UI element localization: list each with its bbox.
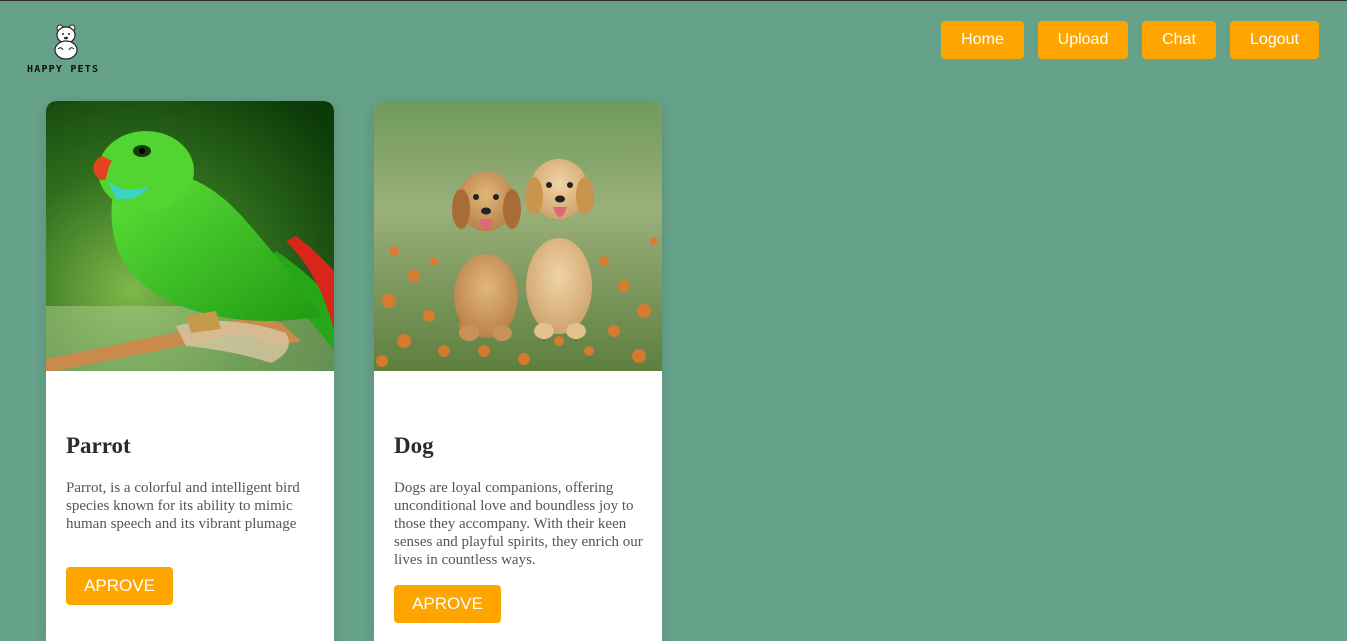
card-description: Parrot, is a colorful and intelligent bi… <box>66 480 300 532</box>
brand-name: HAPPY PETS <box>27 64 100 75</box>
home-button[interactable]: Home <box>941 21 1024 59</box>
card-description: Dogs are loyal companions, offering unco… <box>394 480 643 568</box>
pet-card-parrot: Parrot Parrot, is a colorful and intelli… <box>46 101 334 641</box>
brand-logo[interactable]: HAPPY PETS <box>24 20 110 78</box>
chat-button[interactable]: Chat <box>1142 21 1216 59</box>
pet-card-dog: Dog Dogs are loyal companions, offering … <box>374 101 662 641</box>
card-title: Dog <box>394 433 434 458</box>
dog-photo <box>374 101 662 371</box>
logout-button[interactable]: Logout <box>1230 21 1319 59</box>
approve-button[interactable]: APROVE <box>394 585 501 623</box>
top-border-line <box>0 0 1347 1</box>
bear-icon <box>54 24 78 60</box>
card-title: Parrot <box>66 433 131 458</box>
upload-button[interactable]: Upload <box>1038 21 1128 59</box>
parrot-photo <box>46 101 334 371</box>
approve-button[interactable]: APROVE <box>66 567 173 605</box>
top-nav: Home Upload Chat Logout <box>941 21 1319 59</box>
